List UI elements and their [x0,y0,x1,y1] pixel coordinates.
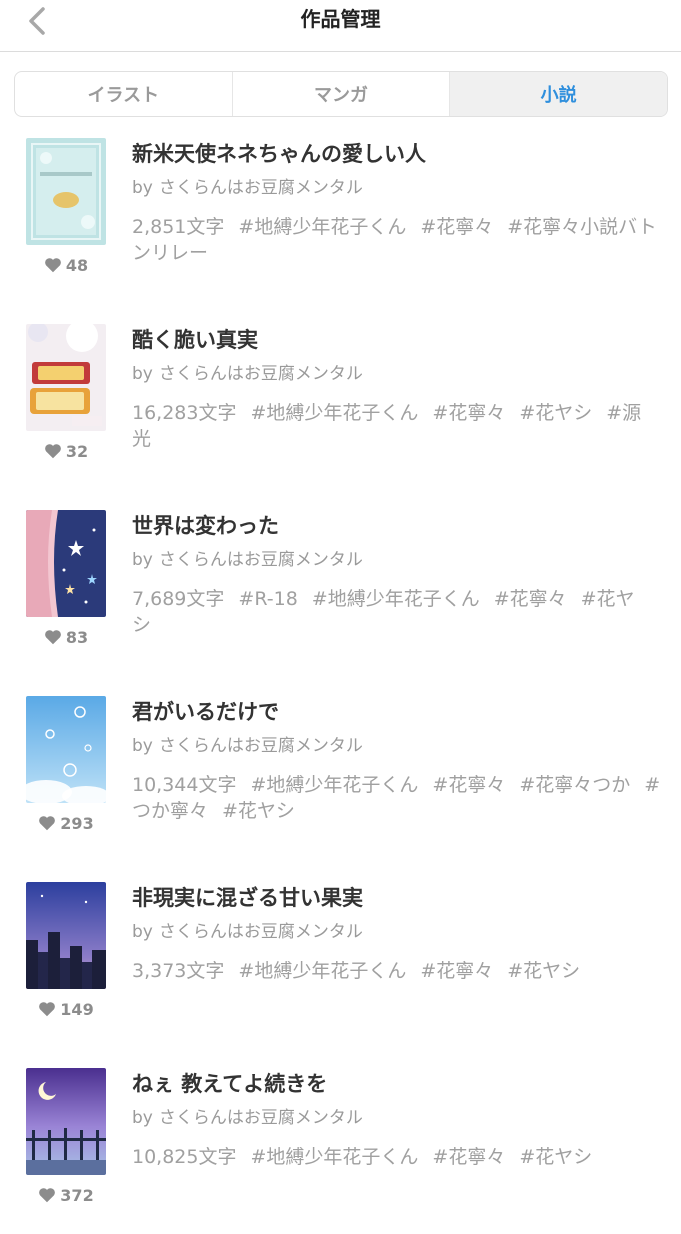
author-name: さくらんはお豆腐メンタル [158,736,363,756]
work-item[interactable]: 32 酷く脆い真実 by さくらんはお豆腐メンタル 16,283文字 #地縛少年花子… [0,304,681,490]
work-tag[interactable]: #花ヤシ [519,1146,592,1168]
work-tag[interactable]: #花ヤシ [507,960,580,982]
by-label: by [132,178,153,198]
work-item[interactable]: 149 非現実に混ざる甘い果実 by さくらんはお豆腐メンタル 3,373文字 #地… [0,862,681,1048]
heart-icon [39,816,56,831]
like-count[interactable]: 83 [26,626,106,648]
heart-icon [39,1002,56,1017]
work-cover-image[interactable] [26,696,106,803]
work-item[interactable]: 293 君がいるだけで by さくらんはお豆腐メンタル 10,344文字 #地縛少年… [0,676,681,862]
tab-illust[interactable]: イラスト [15,72,233,116]
work-meta: 3,373文字 #地縛少年花子くん #花寧々 #花ヤシ [132,958,664,984]
work-meta: 16,283文字 #地縛少年花子くん #花寧々 #花ヤシ #源光 [132,400,664,452]
by-label: by [132,364,153,384]
like-count[interactable]: 32 [26,440,106,462]
heart-icon [39,1188,56,1203]
char-count: 3,373文字 [132,960,225,982]
work-author: by さくらんはお豆腐メンタル [132,176,363,200]
work-tag[interactable]: #地縛少年花子くん [250,774,418,796]
work-item[interactable]: 372 ねぇ 教えてよ続きを by さくらんはお豆腐メンタル 10,825文字 #地… [0,1048,681,1234]
author-name: さくらんはお豆腐メンタル [158,364,363,384]
work-item[interactable]: 48 新米天使ネネちゃんの愛しい人 by さくらんはお豆腐メンタル 2,851文字… [0,118,681,304]
work-cover-image[interactable] [26,324,106,431]
author-name: さくらんはお豆腐メンタル [158,922,363,942]
work-tag[interactable]: #花寧々 [432,774,505,796]
work-tag[interactable]: #花寧々 [432,1146,505,1168]
work-meta: 10,825文字 #地縛少年花子くん #花寧々 #花ヤシ [132,1144,664,1170]
page-title: 作品管理 [300,7,381,31]
like-count[interactable]: 48 [26,254,106,276]
heart-icon [45,444,61,459]
work-tag[interactable]: #花寧々 [420,216,493,238]
work-title[interactable]: 酷く脆い真実 [132,326,258,354]
work-tag[interactable]: #花ヤシ [519,402,592,424]
work-title[interactable]: 非現実に混ざる甘い果実 [132,884,363,912]
work-cover-image[interactable] [26,1068,106,1175]
work-tag[interactable]: #花ヤシ [222,800,295,822]
work-tag[interactable]: #地縛少年花子くん [238,216,406,238]
work-tag[interactable]: #R-18 [238,588,297,610]
like-count-value: 32 [65,441,89,461]
like-count-value: 149 [60,999,94,1019]
work-author: by さくらんはお豆腐メンタル [132,734,363,758]
like-count[interactable]: 149 [26,998,106,1020]
work-tag[interactable]: #花寧々 [432,402,505,424]
work-cover-image[interactable] [26,138,106,245]
work-tag[interactable]: #花寧々つか [519,774,630,796]
by-label: by [132,922,153,942]
like-count-value: 48 [65,255,89,275]
by-label: by [132,736,153,756]
work-author: by さくらんはお豆腐メンタル [132,362,363,386]
by-label: by [132,1108,153,1128]
tab-novel[interactable]: 小説 [450,72,667,116]
like-count[interactable]: 293 [26,812,106,834]
char-count: 16,283文字 [132,402,237,424]
author-name: さくらんはお豆腐メンタル [158,1108,363,1128]
work-cover-image[interactable] [26,882,106,989]
author-name: さくらんはお豆腐メンタル [158,178,363,198]
work-author: by さくらんはお豆腐メンタル [132,1106,363,1130]
like-count[interactable]: 372 [26,1184,106,1206]
work-tag[interactable]: #花寧々 [420,960,493,982]
heart-icon [45,630,61,645]
work-list: 48 新米天使ネネちゃんの愛しい人 by さくらんはお豆腐メンタル 2,851文字… [0,118,681,1234]
char-count: 2,851文字 [132,216,225,238]
like-count-value: 83 [65,627,89,647]
category-tabs: イラスト マンガ 小説 [14,71,668,117]
work-tag[interactable]: #花寧々 [494,588,567,610]
work-author: by さくらんはお豆腐メンタル [132,920,363,944]
work-author: by さくらんはお豆腐メンタル [132,548,363,572]
heart-icon [45,258,61,273]
work-meta: 7,689文字 #R-18 #地縛少年花子くん #花寧々 #花ヤシ [132,586,664,638]
work-item[interactable]: 83 世界は変わった by さくらんはお豆腐メンタル 7,689文字 #R-18 #地… [0,490,681,676]
work-tag[interactable]: #地縛少年花子くん [250,1146,418,1168]
app-header: 作品管理 [0,0,681,52]
author-name: さくらんはお豆腐メンタル [158,550,363,570]
like-count-value: 372 [60,1185,94,1205]
char-count: 10,825文字 [132,1146,237,1168]
work-tag[interactable]: #地縛少年花子くん [250,402,418,424]
work-title[interactable]: 新米天使ネネちゃんの愛しい人 [132,140,426,168]
work-title[interactable]: 君がいるだけで [132,698,279,726]
work-cover-image[interactable] [26,510,106,617]
by-label: by [132,550,153,570]
like-count-value: 293 [60,813,94,833]
work-tag[interactable]: #地縛少年花子くん [238,960,406,982]
char-count: 10,344文字 [132,774,237,796]
work-meta: 10,344文字 #地縛少年花子くん #花寧々 #花寧々つか #つか寧々 #花ヤシ [132,772,664,824]
work-title[interactable]: 世界は変わった [132,512,279,540]
work-title[interactable]: ねぇ 教えてよ続きを [132,1070,327,1098]
tab-manga[interactable]: マンガ [233,72,451,116]
work-tag[interactable]: #地縛少年花子くん [312,588,480,610]
work-meta: 2,851文字 #地縛少年花子くん #花寧々 #花寧々小説バトンリレー [132,214,664,266]
char-count: 7,689文字 [132,588,225,610]
